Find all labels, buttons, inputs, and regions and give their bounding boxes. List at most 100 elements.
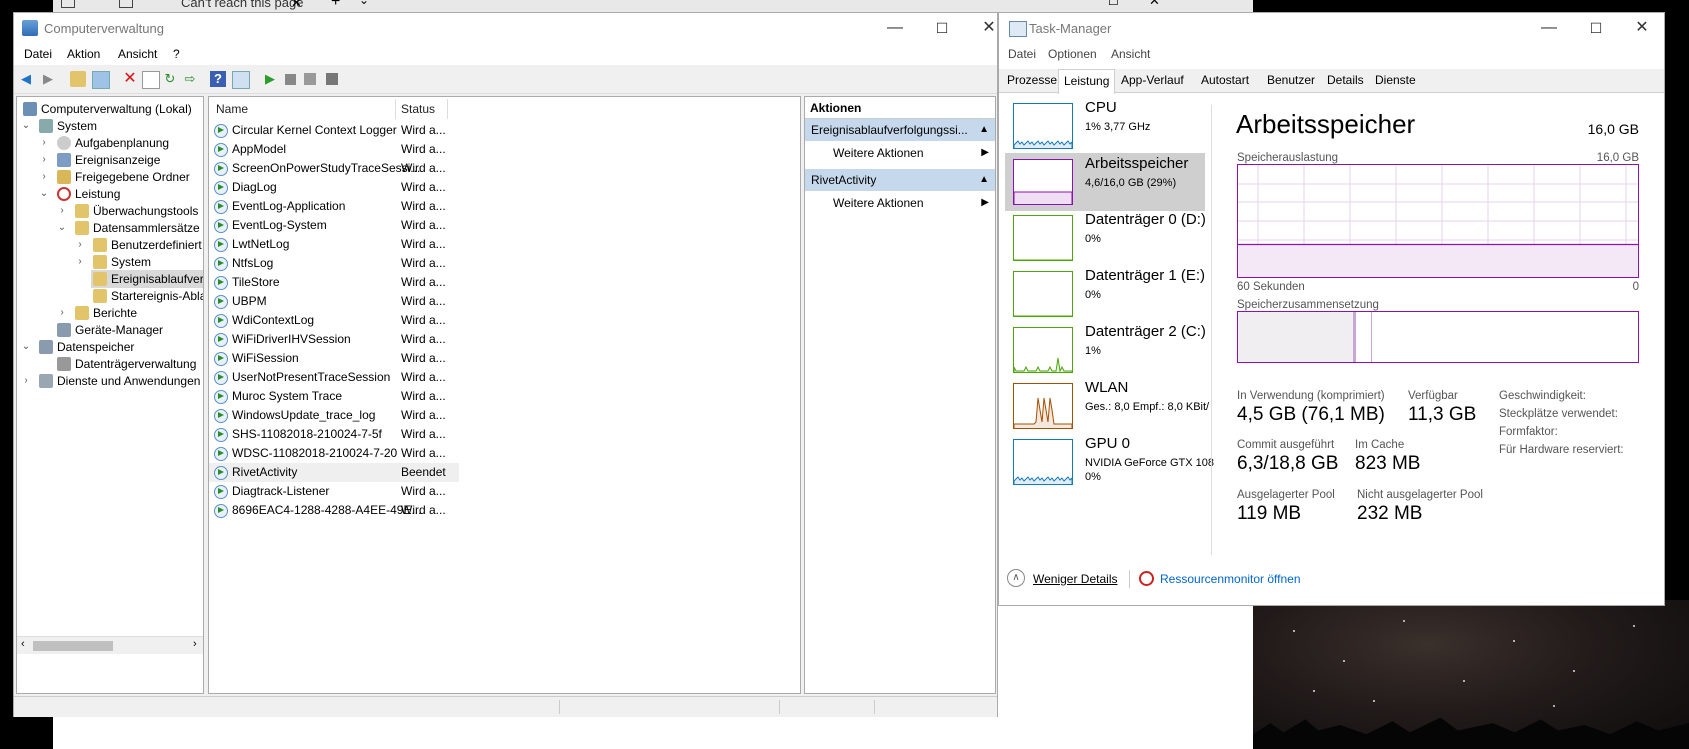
table-row[interactable]: EventLog-Application Wird a... bbox=[209, 197, 459, 216]
forward-icon[interactable]: ▶ bbox=[40, 71, 56, 87]
menu-help[interactable]: ? bbox=[173, 47, 180, 61]
cm-maximize-button[interactable]: ☐ bbox=[927, 13, 957, 43]
sidebar-disk-2[interactable]: Datenträger 2 (C:) 1% bbox=[1005, 321, 1206, 379]
delete-icon[interactable]: ✕ bbox=[122, 71, 138, 87]
table-row[interactable]: WDSC-11082018-210024-7-20 Wird a... bbox=[209, 444, 459, 463]
chevron-right-icon[interactable]: › bbox=[57, 304, 67, 322]
less-details-link[interactable]: Weniger Details bbox=[1033, 572, 1117, 586]
collapse-up-icon[interactable]: ▲ bbox=[979, 119, 989, 141]
table-row[interactable]: Muroc System Trace Wird a... bbox=[209, 387, 459, 406]
chevron-right-icon[interactable]: › bbox=[75, 236, 85, 254]
tab-leistung[interactable]: Leistung bbox=[1058, 69, 1116, 94]
table-row[interactable]: Diagtrack-Listener Wird a... bbox=[209, 482, 459, 501]
table-row[interactable]: EventLog-System Wird a... bbox=[209, 216, 459, 235]
action-group-header-rivet[interactable]: RivetActivity ▲ bbox=[805, 169, 995, 191]
table-row[interactable]: NtfsLog Wird a... bbox=[209, 254, 459, 273]
table-row[interactable]: TileStore Wird a... bbox=[209, 273, 459, 292]
chevron-down-icon[interactable]: ⌄ bbox=[21, 117, 31, 135]
collapse-up-icon[interactable]: ▲ bbox=[979, 169, 989, 191]
browser-close-icon[interactable]: ✕ bbox=[1149, 0, 1160, 9]
save-template-icon[interactable] bbox=[302, 71, 318, 87]
table-row[interactable]: RivetActivity Beendet bbox=[209, 463, 459, 482]
tab-app-verlauf[interactable]: App-Verlauf bbox=[1116, 69, 1189, 91]
table-row[interactable]: WiFiSession Wird a... bbox=[209, 349, 459, 368]
back-icon[interactable]: ◀ bbox=[18, 71, 34, 87]
table-row[interactable]: UserNotPresentTraceSession Wird a... bbox=[209, 368, 459, 387]
table-row[interactable]: 8696EAC4-1288-4288-A4EE-49E... Wird a... bbox=[209, 501, 459, 520]
column-header-name[interactable]: Name bbox=[216, 102, 248, 116]
tab-benutzer[interactable]: Benutzer bbox=[1262, 69, 1320, 91]
table-row[interactable]: AppModel Wird a... bbox=[209, 140, 459, 159]
tab-list-icon[interactable]: ⌄ bbox=[359, 0, 369, 7]
help-icon[interactable]: ? bbox=[210, 71, 226, 87]
chevron-right-icon[interactable]: › bbox=[75, 253, 85, 271]
new-tab-icon[interactable]: + bbox=[331, 0, 340, 11]
cm-minimize-button[interactable]: — bbox=[880, 13, 910, 43]
tm-close-button[interactable]: ✕ bbox=[1627, 13, 1657, 43]
chevron-up-icon[interactable]: ∧ bbox=[1007, 569, 1025, 587]
tm-maximize-button[interactable]: ☐ bbox=[1581, 13, 1611, 43]
browser-restore-icon[interactable]: ☐ bbox=[1108, 0, 1119, 8]
show-hide-tree-icon[interactable] bbox=[92, 71, 110, 89]
tab-close-icon[interactable]: ✕ bbox=[291, 0, 302, 11]
menu-datei[interactable]: Datei bbox=[24, 47, 52, 61]
column-header-status[interactable]: Status bbox=[401, 102, 435, 116]
table-row[interactable]: WdiContextLog Wird a... bbox=[209, 311, 459, 330]
resource-monitor-link[interactable]: Ressourcenmonitor öffnen bbox=[1160, 572, 1301, 586]
chevron-down-icon[interactable]: ⌄ bbox=[39, 185, 49, 203]
table-row[interactable]: DiagLog Wird a... bbox=[209, 178, 459, 197]
nonpaged-pool-label: Nicht ausgelagerter Pool bbox=[1357, 489, 1483, 501]
browser-tab-title[interactable]: Can't reach this page bbox=[181, 0, 303, 10]
tab-details[interactable]: Details bbox=[1322, 69, 1369, 91]
tm-window-title: Task-Manager bbox=[1029, 21, 1112, 36]
table-row[interactable]: LwtNetLog Wird a... bbox=[209, 235, 459, 254]
chevron-down-icon[interactable]: ⌄ bbox=[21, 338, 31, 356]
scrollbar-thumb[interactable] bbox=[33, 641, 113, 651]
chevron-right-icon[interactable]: › bbox=[57, 202, 67, 220]
tree-item-ereignisablaufverfolgung-selected[interactable]: Ereignisablaufverfolgungssitzungen bbox=[91, 270, 203, 288]
sidebar-memory[interactable]: Arbeitsspeicher 4,6/16,0 GB (29%) bbox=[1005, 153, 1205, 211]
export-icon[interactable]: ⇨ bbox=[182, 71, 198, 87]
sidebar-disk-0[interactable]: Datenträger 0 (D:) 0% bbox=[1005, 209, 1206, 267]
scroll-left-icon[interactable]: ‹ bbox=[21, 638, 25, 650]
tab-dienste[interactable]: Dienste bbox=[1370, 69, 1421, 91]
start-icon[interactable]: ▶ bbox=[262, 71, 278, 87]
chevron-right-icon[interactable]: › bbox=[39, 151, 49, 169]
tm-menu-optionen[interactable]: Optionen bbox=[1048, 47, 1097, 61]
chevron-right-icon[interactable]: › bbox=[39, 134, 49, 152]
action-group-header[interactable]: Ereignisablaufverfolgungssi... ▲ bbox=[805, 119, 995, 141]
tab-autostart[interactable]: Autostart bbox=[1196, 69, 1254, 91]
table-row[interactable]: ScreenOnPowerStudyTraceSessi... Wird a... bbox=[209, 159, 459, 178]
running-session-icon bbox=[214, 219, 228, 233]
template-icon[interactable] bbox=[324, 71, 340, 87]
menu-aktion[interactable]: Aktion bbox=[67, 47, 100, 61]
tab-prozesse[interactable]: Prozesse bbox=[1002, 69, 1062, 91]
tm-titlebar[interactable]: Task-Manager — ☐ ✕ bbox=[999, 13, 1664, 43]
stop-icon[interactable] bbox=[282, 71, 298, 87]
chevron-right-icon[interactable]: › bbox=[21, 372, 31, 390]
scroll-right-icon[interactable]: › bbox=[193, 638, 197, 650]
action-more-actions[interactable]: Weitere Aktionen ▶ bbox=[805, 142, 995, 164]
cm-titlebar[interactable]: Computerverwaltung — ☐ ✕ bbox=[14, 13, 997, 43]
table-row[interactable]: SHS-11082018-210024-7-5f Wird a... bbox=[209, 425, 459, 444]
table-row[interactable]: Circular Kernel Context Logger Wird a... bbox=[209, 121, 459, 140]
menu-ansicht[interactable]: Ansicht bbox=[118, 47, 157, 61]
refresh-icon[interactable]: ↻ bbox=[162, 71, 178, 87]
tm-minimize-button[interactable]: — bbox=[1534, 13, 1564, 43]
sidebar-gpu[interactable]: GPU 0 NVIDIA GeForce GTX 108 0% bbox=[1005, 433, 1214, 491]
table-row[interactable]: WindowsUpdate_trace_log Wird a... bbox=[209, 406, 459, 425]
chevron-down-icon[interactable]: ⌄ bbox=[57, 219, 67, 237]
sidebar-cpu[interactable]: CPU 1% 3,77 GHz bbox=[1005, 97, 1205, 155]
action-pane-icon[interactable] bbox=[232, 71, 250, 89]
tree-hscrollbar[interactable]: ‹ › bbox=[17, 636, 203, 654]
sidebar-wlan[interactable]: WLAN Ges.: 8,0 Empf.: 8,0 KBit/ bbox=[1005, 377, 1209, 435]
tm-menu-datei[interactable]: Datei bbox=[1008, 47, 1036, 61]
tm-menu-ansicht[interactable]: Ansicht bbox=[1111, 47, 1150, 61]
table-row[interactable]: WiFiDriverIHVSession Wird a... bbox=[209, 330, 459, 349]
up-folder-icon[interactable] bbox=[70, 71, 86, 87]
properties-icon[interactable] bbox=[142, 71, 160, 89]
action-more-actions-rivet[interactable]: Weitere Aktionen ▶ bbox=[805, 192, 995, 214]
table-row[interactable]: UBPM Wird a... bbox=[209, 292, 459, 311]
chevron-right-icon[interactable]: › bbox=[39, 168, 49, 186]
sidebar-disk-1[interactable]: Datenträger 1 (E:) 0% bbox=[1005, 265, 1205, 323]
